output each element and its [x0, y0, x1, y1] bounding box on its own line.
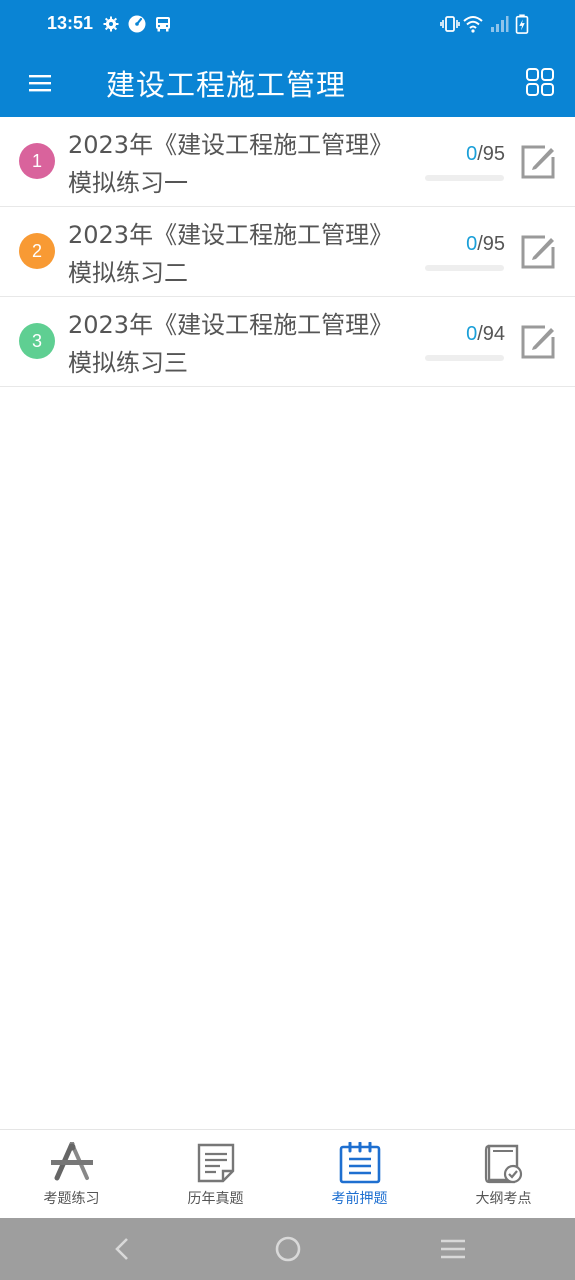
progress-bar [425, 265, 504, 271]
grid-view-icon[interactable] [524, 66, 556, 98]
tab-label: 大纲考点 [475, 1191, 532, 1207]
hamburger-menu-icon[interactable] [26, 68, 56, 98]
compass-tools-icon [50, 1142, 93, 1181]
progress-bar [425, 175, 504, 181]
tab-practice[interactable]: 考题练习 [0, 1130, 143, 1219]
tab-pre-exam[interactable]: 考前押题 [288, 1130, 431, 1219]
home-icon[interactable] [273, 1234, 303, 1264]
tab-label: 考题练习 [43, 1191, 100, 1207]
exercise-list: 1 2023年《建设工程施工管理》模拟练习一 0/95 2 2023年《建设工程… [0, 117, 575, 387]
edit-icon[interactable] [519, 233, 557, 271]
progress-bar [425, 355, 504, 361]
edit-icon[interactable] [519, 323, 557, 361]
tab-syllabus[interactable]: 大纲考点 [432, 1130, 575, 1219]
list-item[interactable]: 1 2023年《建设工程施工管理》模拟练习一 0/95 [0, 117, 575, 207]
system-nav-bar [0, 1218, 575, 1280]
progress-count: 0/95 [425, 143, 505, 166]
status-bar: 13:51 [0, 0, 575, 48]
signal-icon [491, 16, 509, 32]
vibrate-icon [440, 16, 460, 32]
recents-icon[interactable] [438, 1234, 468, 1264]
progress-count: 0/95 [425, 233, 505, 256]
edit-icon[interactable] [519, 143, 557, 181]
book-check-icon [484, 1144, 522, 1184]
index-badge: 1 [19, 143, 55, 179]
tab-label: 历年真题 [187, 1191, 244, 1207]
speed-icon [128, 15, 146, 33]
item-title: 2023年《建设工程施工管理》模拟练习二 [68, 221, 394, 287]
progress-total: /94 [477, 323, 505, 345]
page-title: 建设工程施工管理 [106, 68, 347, 102]
bus-icon [156, 17, 170, 32]
item-title: 2023年《建设工程施工管理》模拟练习三 [68, 311, 394, 377]
list-item[interactable]: 2 2023年《建设工程施工管理》模拟练习二 0/95 [0, 207, 575, 297]
index-badge: 2 [19, 233, 55, 269]
wifi-icon [463, 16, 483, 33]
document-icon [197, 1143, 234, 1183]
top-bar: 13:51 建设工程施工管理 [0, 0, 575, 117]
back-icon[interactable] [108, 1234, 136, 1264]
progress-total: /95 [477, 233, 505, 255]
tab-past-exams[interactable]: 历年真题 [144, 1130, 287, 1219]
list-item[interactable]: 3 2023年《建设工程施工管理》模拟练习三 0/94 [0, 297, 575, 387]
progress-done: 0 [466, 143, 478, 165]
progress-count: 0/94 [425, 323, 505, 346]
gear-icon [103, 16, 119, 32]
battery-charging-icon [515, 14, 529, 34]
tab-label: 考前押题 [331, 1191, 388, 1207]
progress-done: 0 [466, 323, 478, 345]
progress-total: /95 [477, 143, 505, 165]
app-bar: 建设工程施工管理 [0, 48, 575, 117]
status-time: 13:51 [47, 13, 94, 33]
progress-done: 0 [466, 233, 478, 255]
bottom-tab-bar: 考题练习 历年真题 考前押题 大纲考点 [0, 1129, 575, 1219]
notebook-list-icon [339, 1142, 380, 1184]
index-badge: 3 [19, 323, 55, 359]
item-title: 2023年《建设工程施工管理》模拟练习一 [68, 131, 394, 197]
